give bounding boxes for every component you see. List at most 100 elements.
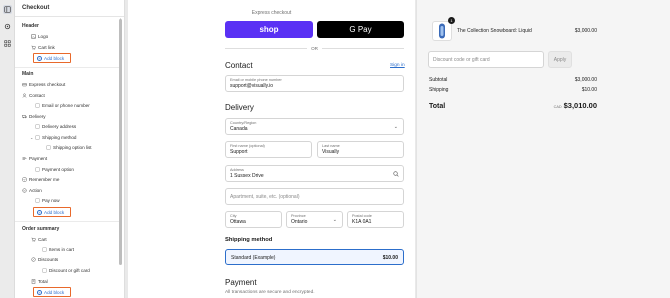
last-name-field[interactable]: Last name Visually xyxy=(317,141,404,158)
tree-item-express-checkout[interactable]: Express checkout xyxy=(22,80,65,88)
email-field[interactable]: Email or mobile phone number support@vis… xyxy=(225,75,404,92)
total-amount: CAD $3,010.00 xyxy=(554,101,597,110)
address-field[interactable]: Address 1 Sussex Drive xyxy=(225,165,404,182)
payment-heading: Payment xyxy=(225,278,257,287)
tree-item-label: Pay now xyxy=(42,197,60,203)
checkout-preview: Express checkout shop G Pay OR Contact S… xyxy=(125,0,670,298)
tree-item-label: Cart link xyxy=(38,44,55,50)
field-label: City xyxy=(230,214,237,218)
discount-code-field[interactable]: Discount code or gift card xyxy=(428,51,544,68)
chevron-down-icon[interactable]: ⌄ xyxy=(30,135,33,140)
field-value: support@visually.io xyxy=(230,83,274,89)
tree-item-label: Shipping option list xyxy=(53,144,92,150)
tree-item-remember-me[interactable]: Remember me xyxy=(22,175,59,183)
block-icon xyxy=(42,268,47,273)
province-select[interactable]: Province Ontario ⌄ xyxy=(286,211,343,228)
apps-icon[interactable] xyxy=(3,39,12,48)
field-value: Ottawa xyxy=(230,219,246,225)
field-value: 1 Sussex Drive xyxy=(230,173,264,179)
subtotal-value: $3,000.00 xyxy=(574,77,597,83)
plus-circle-icon: + xyxy=(37,289,42,295)
plus-circle-icon: + xyxy=(37,209,42,215)
apartment-field[interactable]: Apartment, suite, etc. (optional) xyxy=(225,188,404,205)
layout-icon[interactable] xyxy=(3,5,12,14)
tree-item-label: Logo xyxy=(38,33,49,39)
tree-item-label: Payment option xyxy=(42,166,74,172)
or-divider: OR xyxy=(225,44,405,52)
product-thumbnail xyxy=(432,21,452,41)
add-block-button[interactable]: + Add block xyxy=(33,207,71,217)
tree-item-label: Total xyxy=(38,278,48,284)
tree-item-cart-link[interactable]: Cart link xyxy=(31,43,55,51)
tree-item-cart[interactable]: Cart xyxy=(31,235,47,243)
block-icon xyxy=(35,167,40,172)
sections-sidebar: Checkout ▲ Header Logo Cart link + Add b… xyxy=(15,0,125,298)
shipping-value: $10.00 xyxy=(581,87,597,93)
scrollbar[interactable] xyxy=(119,19,122,265)
postal-code-field[interactable]: Postal code K1A 0A1 xyxy=(347,211,404,228)
block-icon xyxy=(35,103,40,108)
image-icon xyxy=(31,34,36,39)
tree-item-label: Items in cart xyxy=(49,246,75,252)
receipt-icon xyxy=(31,278,36,284)
tree-item-discount-or-gift-card[interactable]: Discount or gift card xyxy=(42,266,90,274)
field-value: Canada xyxy=(230,126,248,132)
tree-item-logo[interactable]: Logo xyxy=(31,32,48,40)
subtotal-row: Subtotal $3,000.00 xyxy=(429,77,597,83)
shop-pay-button[interactable]: shop xyxy=(225,21,313,38)
shipping-option-name: Standard (Example) xyxy=(231,255,276,261)
currency-code: CAD xyxy=(553,105,562,109)
tree-item-label: Cart xyxy=(38,236,47,242)
tree-item-pay-now[interactable]: Pay now xyxy=(35,196,60,204)
field-placeholder: Discount code or gift card xyxy=(433,56,490,63)
tree-item-delivery[interactable]: Delivery xyxy=(22,112,46,120)
tree-item-payment[interactable]: Payment xyxy=(22,154,47,162)
tree-item-label: Express checkout xyxy=(29,81,66,87)
shipping-option[interactable]: Standard (Example) $10.00 xyxy=(225,249,404,265)
discount-icon xyxy=(31,256,36,262)
field-value: Ontario xyxy=(291,219,308,225)
divider xyxy=(15,67,119,68)
tree-item-label: Email or phone number xyxy=(42,102,90,108)
sign-in-link[interactable]: Sign in xyxy=(390,63,405,68)
tree-item-discounts[interactable]: Discounts xyxy=(31,255,58,263)
add-block-label: Add block xyxy=(44,209,65,215)
section-main[interactable]: Main xyxy=(22,71,33,77)
tree-item-items-in-cart[interactable]: Items in cart xyxy=(42,245,74,253)
plus-circle-icon: + xyxy=(37,55,42,61)
block-icon xyxy=(42,247,47,252)
field-label: Address xyxy=(230,168,244,172)
first-name-field[interactable]: First name (optional) Support xyxy=(225,141,312,158)
tree-item-shipping-option-list[interactable]: Shipping option list xyxy=(46,143,92,151)
section-header[interactable]: Header xyxy=(22,23,39,29)
add-block-button[interactable]: + Add block xyxy=(33,53,71,63)
block-icon xyxy=(35,135,40,140)
tree-item-delivery-address[interactable]: Delivery address xyxy=(35,122,76,130)
tree-item-total[interactable]: Total xyxy=(31,277,48,285)
order-summary-column xyxy=(416,0,670,298)
or-label: OR xyxy=(311,45,318,51)
block-icon xyxy=(35,198,40,203)
delivery-heading: Delivery xyxy=(225,103,254,112)
total-value: $3,010.00 xyxy=(563,101,597,110)
payment-icon xyxy=(22,156,27,161)
gear-icon[interactable] xyxy=(3,22,12,31)
truck-icon xyxy=(22,114,27,119)
total-row: Total CAD $3,010.00 xyxy=(429,101,597,110)
add-block-button[interactable]: + Add block xyxy=(33,287,71,297)
tree-item-label: Action xyxy=(29,187,42,193)
country-select[interactable]: Country/Region Canada ⌄ xyxy=(225,118,404,135)
apply-button[interactable]: Apply xyxy=(548,51,572,68)
add-block-label: Add block xyxy=(44,55,65,61)
product-price: $3,000.00 xyxy=(574,28,597,34)
tree-item-contact[interactable]: Contact xyxy=(22,91,45,99)
tree-item-shipping-method[interactable]: ⌄ Shipping method xyxy=(30,133,76,141)
field-label: Province xyxy=(291,214,306,218)
google-pay-button[interactable]: G Pay xyxy=(317,21,404,38)
tree-item-action[interactable]: Action xyxy=(22,186,42,194)
section-order-summary[interactable]: Order summary xyxy=(22,226,59,232)
subtotal-label: Subtotal xyxy=(429,77,448,83)
tree-item-email-or-phone[interactable]: Email or phone number xyxy=(35,101,90,109)
tree-item-payment-option[interactable]: Payment option xyxy=(35,165,74,173)
city-field[interactable]: City Ottawa xyxy=(225,211,282,228)
